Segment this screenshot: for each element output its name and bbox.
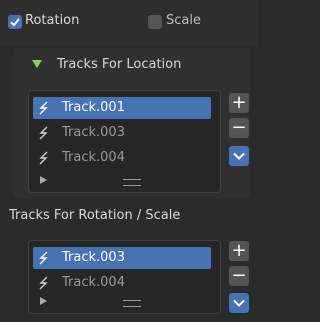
options-row: Rotation Scale	[0, 0, 259, 46]
remove-track-button[interactable]: −	[229, 118, 249, 138]
rotation-section-title: Tracks For Rotation / Scale	[9, 208, 181, 223]
track-label: Track.001	[62, 100, 125, 115]
track-list-item[interactable]: Track.004	[33, 272, 211, 294]
checkmark-icon	[10, 18, 20, 27]
filter-toggle-icon[interactable]	[40, 297, 47, 305]
chevron-down-icon	[233, 299, 245, 307]
rotation-track-list[interactable]: Track.003 Track.004	[28, 240, 221, 314]
specials-menu-button[interactable]	[229, 146, 249, 166]
plus-icon: +	[231, 92, 247, 113]
scale-checkbox[interactable]	[148, 15, 162, 29]
add-track-button[interactable]: +	[229, 93, 249, 113]
track-list-item[interactable]: Track.003	[33, 122, 211, 144]
track-settings-panel: Rotation Scale Tracks For Location Track…	[0, 0, 259, 322]
track-icon	[39, 276, 48, 290]
specials-menu-button[interactable]	[229, 293, 249, 313]
track-icon	[39, 126, 48, 140]
minus-icon: −	[231, 117, 247, 138]
track-icon	[39, 151, 48, 165]
track-list-item[interactable]: Track.003	[33, 247, 211, 269]
track-list-item[interactable]: Track.001	[33, 97, 211, 119]
track-label: Track.003	[62, 125, 125, 140]
rotation-checkbox[interactable]	[8, 15, 22, 29]
track-icon	[39, 251, 48, 265]
resize-grip-icon[interactable]	[123, 300, 141, 307]
rotation-label: Rotation	[25, 13, 80, 28]
location-section-header[interactable]: Tracks For Location	[13, 48, 250, 78]
remove-track-button[interactable]: −	[229, 266, 249, 286]
expand-triangle-icon	[32, 60, 42, 68]
chevron-down-icon	[233, 152, 245, 160]
minus-icon: −	[231, 265, 247, 286]
location-track-list[interactable]: Track.001 Track.003 Track.004	[28, 90, 221, 193]
track-list-item[interactable]: Track.004	[33, 147, 211, 169]
track-label: Track.004	[62, 275, 125, 290]
add-track-button[interactable]: +	[229, 241, 249, 261]
plus-icon: +	[231, 240, 247, 261]
track-label: Track.004	[62, 150, 125, 165]
track-label: Track.003	[62, 250, 125, 265]
resize-grip-icon[interactable]	[123, 179, 141, 186]
scale-label: Scale	[166, 13, 201, 28]
location-section-title: Tracks For Location	[57, 57, 182, 72]
filter-toggle-icon[interactable]	[40, 176, 47, 184]
track-icon	[39, 101, 48, 115]
